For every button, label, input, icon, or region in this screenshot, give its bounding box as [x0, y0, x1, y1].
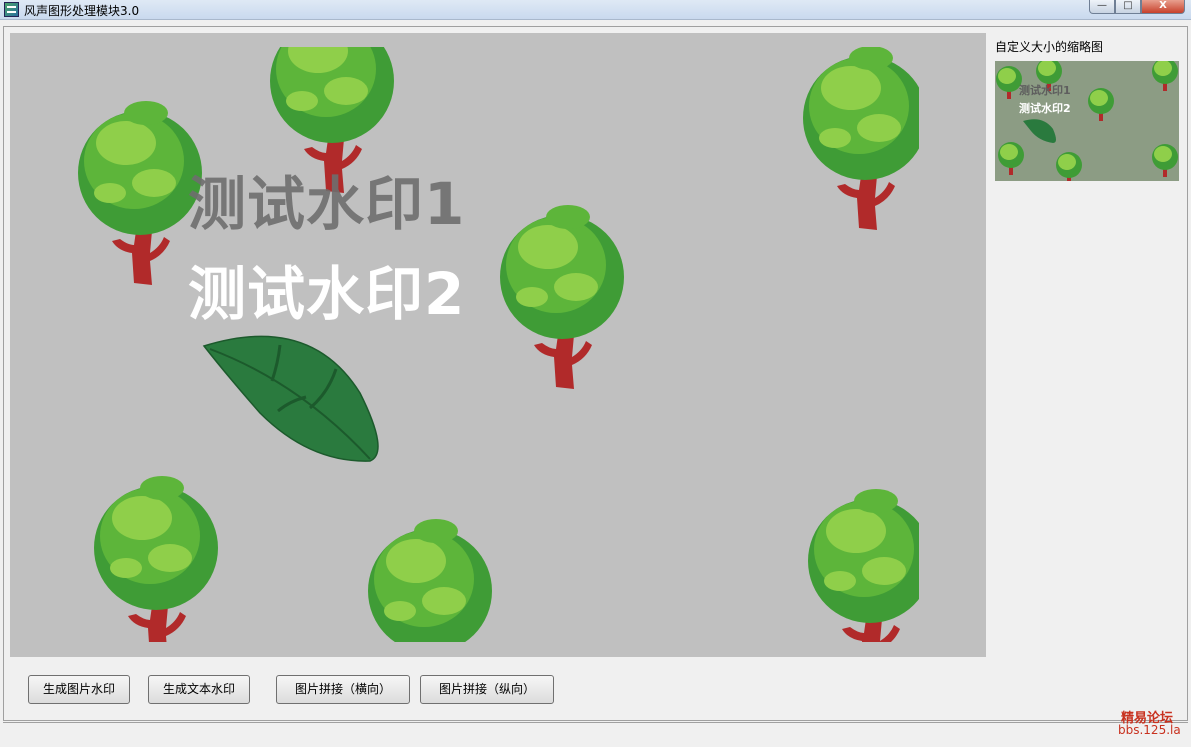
- generate-image-watermark-button[interactable]: 生成图片水印: [28, 675, 130, 704]
- tree-sprite: [78, 101, 202, 285]
- stitch-vertical-button[interactable]: 图片拼接（纵向）: [420, 675, 554, 704]
- thumbnail-watermark-2: 测试水印2: [1019, 102, 1071, 115]
- close-button[interactable]: X: [1141, 0, 1185, 14]
- close-icon: X: [1159, 0, 1167, 11]
- tree-sprite: [500, 205, 624, 389]
- thumbnail-watermark-1: 测试水印1: [1019, 84, 1071, 97]
- window-title: 风声图形处理模块3.0: [24, 4, 140, 18]
- tree-sprite: [368, 519, 492, 657]
- brand-url: bbs.125.la: [1118, 723, 1181, 737]
- title-bar: 风声图形处理模块3.0 — □ X: [0, 0, 1191, 20]
- app-icon: [4, 2, 19, 17]
- tree-sprite: [808, 489, 932, 657]
- thumbnail-image: 测试水印1 测试水印2: [995, 61, 1179, 181]
- generate-text-watermark-button[interactable]: 生成文本水印: [148, 675, 250, 704]
- status-bar: [3, 722, 1188, 744]
- leaf-sprite: [202, 335, 379, 462]
- maximize-icon: □: [1123, 0, 1133, 11]
- stitch-horizontal-button[interactable]: 图片拼接（横向）: [276, 675, 410, 704]
- tree-sprite: [803, 46, 927, 230]
- maximize-button[interactable]: □: [1115, 0, 1141, 14]
- minimize-button[interactable]: —: [1089, 0, 1115, 14]
- preview-canvas: 测试水印1 测试水印2: [10, 33, 986, 657]
- preview-image: [10, 33, 986, 657]
- thumbnail-label: 自定义大小的缩略图: [995, 40, 1104, 54]
- watermark-text-1: 测试水印1: [188, 170, 466, 238]
- watermark-text-2: 测试水印2: [188, 260, 466, 328]
- minimize-icon: —: [1097, 0, 1107, 11]
- tree-sprite: [94, 476, 218, 657]
